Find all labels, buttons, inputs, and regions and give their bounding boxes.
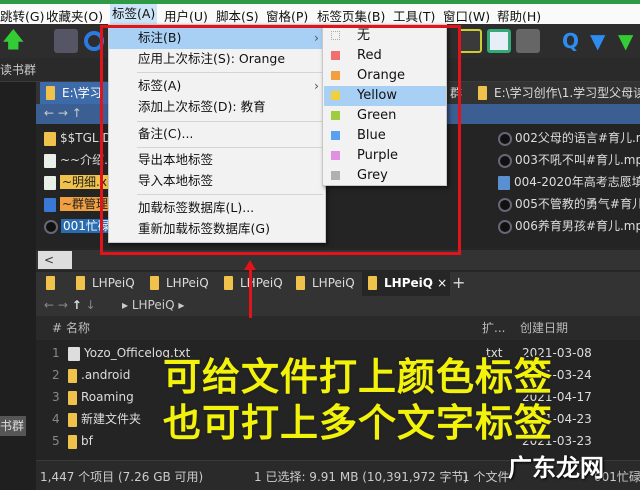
- menu-tabsets[interactable]: 标签页集(B): [317, 6, 385, 25]
- menu-help[interactable]: 帮助(H): [497, 6, 541, 25]
- list-item[interactable]: 002父母的语言#育儿.mp3: [498, 128, 640, 148]
- status-files: 1 个文件: [462, 470, 510, 484]
- checkbox-icon[interactable]: [487, 29, 511, 53]
- menu-favorites[interactable]: 收藏夹(O): [46, 6, 103, 25]
- bottom-nav-row: ← → ↑ ↓ ▸ LHPeiQ ▸: [36, 296, 640, 316]
- tabset-label[interactable]: 读书群: [0, 63, 36, 77]
- menu-goto[interactable]: 跳转(G): [0, 6, 44, 25]
- filter-icon[interactable]: ▼: [590, 29, 614, 53]
- scroll-left-button[interactable]: <: [38, 251, 72, 269]
- weight-icon[interactable]: [516, 29, 540, 53]
- menu-tools[interactable]: 工具(T): [393, 6, 435, 25]
- tab-bottom-1[interactable]: LHPeiQ: [70, 272, 142, 294]
- column-header: # 名称 扩... 创建日期: [36, 316, 640, 340]
- header-name[interactable]: 名称: [66, 316, 90, 340]
- status-items: 1,447 个项目 (7.26 GB 可用): [40, 470, 204, 484]
- nav-arrows-icon[interactable]: ← → ↑ ↓: [44, 298, 96, 312]
- menu-user[interactable]: 用户(U): [164, 6, 208, 25]
- add-tab-button[interactable]: +: [452, 272, 465, 294]
- tab-bottom-0[interactable]: [40, 272, 68, 294]
- menu-tags[interactable]: 标签(A): [110, 4, 158, 24]
- tab-bottom-4[interactable]: LHPeiQ: [290, 272, 360, 294]
- filter-green-icon[interactable]: ▼: [618, 29, 640, 53]
- header-ext[interactable]: 扩...: [482, 316, 505, 340]
- bottom-tab-bar: LHPeiQ LHPeiQ LHPeiQ LHPeiQ LHPeiQ × +: [36, 272, 640, 296]
- list-item[interactable]: 003不吼不叫#育儿.mp3: [498, 150, 640, 170]
- tree-icon[interactable]: [458, 29, 482, 53]
- watermark: 广东龙网: [508, 454, 604, 482]
- menu-window[interactable]: 窗口(W): [443, 6, 490, 25]
- tab-bottom-2[interactable]: LHPeiQ: [144, 272, 216, 294]
- caption-line-2: 也可打上多个文字标签: [163, 401, 554, 445]
- search-icon[interactable]: Q: [562, 29, 586, 53]
- header-num[interactable]: #: [52, 316, 62, 340]
- list-item[interactable]: 005不管教的勇气#育儿.: [498, 194, 640, 214]
- tab-top-right[interactable]: E:\学习创作\1.学习型父母读: [472, 82, 640, 104]
- close-icon[interactable]: ×: [437, 276, 447, 290]
- tab-bottom-active[interactable]: LHPeiQ ×: [362, 272, 450, 296]
- menu-pane[interactable]: 窗格(P): [266, 6, 308, 25]
- list-item[interactable]: ~~介绍.: [44, 150, 108, 170]
- menu-bar: 跳转(G) 收藏夹(O) 标签(A) 用户(U) 脚本(S) 窗格(P) 标签页…: [0, 4, 640, 24]
- computer-icon[interactable]: [54, 29, 78, 53]
- sidebar: 书群: [0, 82, 36, 490]
- arrow-line: [249, 268, 252, 318]
- folder-icon: [478, 86, 487, 100]
- highlight-box: [100, 25, 461, 255]
- sidebar-label[interactable]: 书群: [0, 416, 26, 436]
- folder-icon: [46, 86, 55, 100]
- menu-script[interactable]: 脚本(S): [216, 6, 259, 25]
- header-created[interactable]: 创建日期: [520, 316, 568, 340]
- up-arrow-icon[interactable]: 🡅: [2, 29, 26, 53]
- breadcrumb[interactable]: ▸ LHPeiQ ▸: [122, 298, 184, 312]
- status-selected: 1 已选择: 9.91 MB (10,391,972 字节): [254, 470, 469, 484]
- list-item[interactable]: 006养育男孩#育儿.mp3: [498, 216, 640, 236]
- nav-back-icon[interactable]: ← → ↑: [44, 106, 82, 120]
- list-item[interactable]: 004-2020年高考志愿填: [498, 172, 640, 192]
- tab-bottom-3[interactable]: LHPeiQ: [218, 272, 288, 294]
